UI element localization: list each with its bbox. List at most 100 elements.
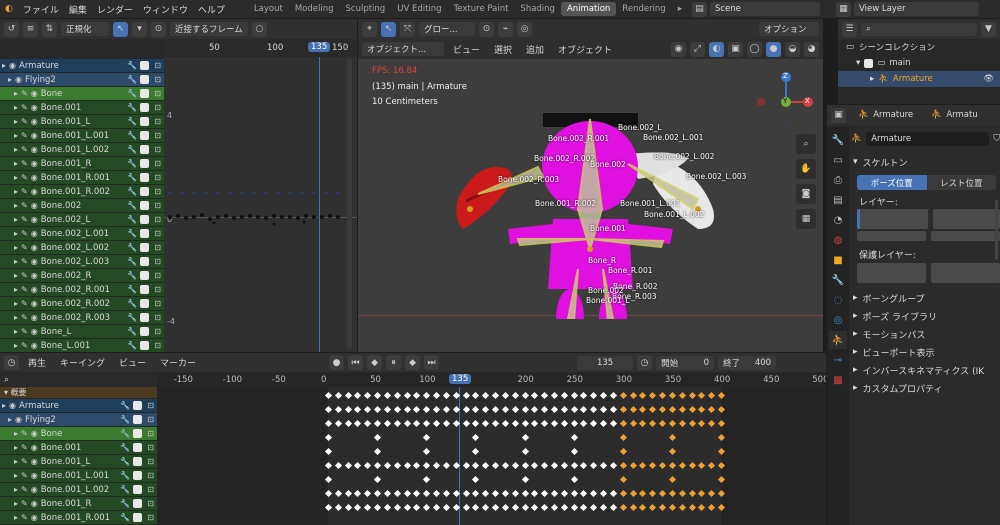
- keyframe[interactable]: [423, 475, 431, 484]
- keyframe[interactable]: [491, 405, 500, 414]
- keyframe[interactable]: [511, 503, 519, 512]
- object-tab-icon[interactable]: ■: [829, 251, 847, 269]
- eye-icon[interactable]: ◉: [31, 285, 38, 294]
- eye-icon[interactable]: ◉: [15, 75, 22, 84]
- modifier-icon[interactable]: 🔧: [127, 285, 137, 294]
- keyframe[interactable]: [433, 405, 441, 414]
- view-layer-field[interactable]: View Layer: [853, 2, 979, 16]
- keyframe[interactable]: [649, 391, 657, 400]
- keyframe[interactable]: [433, 489, 441, 498]
- keyframe[interactable]: [708, 419, 716, 428]
- modifier-icon[interactable]: 🔧: [120, 499, 130, 508]
- keyframe[interactable]: [354, 391, 362, 400]
- keyframe[interactable]: [423, 447, 431, 456]
- keyframe[interactable]: [433, 503, 441, 512]
- eye-icon[interactable]: ◉: [31, 485, 38, 494]
- channel-row[interactable]: ▸ ✎ ◉ Bone.001 🔧 ⊡: [0, 101, 164, 115]
- keyframe[interactable]: [374, 391, 382, 400]
- expand-icon[interactable]: ▸: [14, 201, 18, 210]
- keyframe[interactable]: [708, 489, 716, 498]
- keyframe[interactable]: [413, 391, 421, 400]
- menu-add[interactable]: 追加: [521, 43, 549, 56]
- grid-view-icon[interactable]: ▦: [796, 209, 816, 229]
- modifier-icon[interactable]: 🔧: [127, 313, 137, 322]
- lock-icon[interactable]: ⊡: [154, 117, 161, 126]
- keyframe[interactable]: [491, 419, 500, 428]
- modifier-icon[interactable]: 🔧: [127, 117, 137, 126]
- keyframe[interactable]: [708, 461, 716, 470]
- eye-icon[interactable]: ◉: [31, 513, 38, 522]
- xray-icon[interactable]: ▣: [728, 41, 743, 57]
- record-icon[interactable]: ●: [329, 355, 345, 370]
- keyframe[interactable]: [462, 461, 470, 470]
- lock-icon[interactable]: ⊡: [154, 271, 161, 280]
- keyframe[interactable]: [423, 419, 431, 428]
- keyframe[interactable]: [491, 391, 500, 400]
- expand-icon[interactable]: ▸: [8, 75, 12, 84]
- snap-mode-dropdown[interactable]: 近接するフレーム: [170, 22, 248, 36]
- eye-icon[interactable]: ◉: [31, 271, 38, 280]
- keyframe[interactable]: [521, 405, 529, 414]
- channel-checkbox[interactable]: [140, 89, 150, 98]
- channel-checkbox[interactable]: [140, 229, 150, 238]
- eye-icon[interactable]: ◉: [31, 457, 38, 466]
- keyframe[interactable]: [433, 419, 441, 428]
- keyframe[interactable]: [354, 503, 362, 512]
- channel-checkbox[interactable]: [140, 173, 150, 182]
- eye-icon[interactable]: 👁: [983, 74, 994, 84]
- section-custom-properties[interactable]: ▸ カスタムプロパティ: [851, 379, 1000, 397]
- keyframe[interactable]: [560, 405, 568, 414]
- texture-tab-icon[interactable]: ▩: [829, 371, 847, 389]
- channel-checkbox[interactable]: [140, 103, 150, 112]
- channel-row[interactable]: ▸ ✎ ◉ Bone.001_L 🔧 ⊡: [0, 115, 164, 129]
- modifier-icon[interactable]: 🔧: [127, 145, 137, 154]
- channel-row[interactable]: ▸ ✎ ◉ Bone.001_L.002 🔧 ⊡: [0, 143, 164, 157]
- keyframe[interactable]: [609, 489, 617, 498]
- keyframe[interactable]: [364, 419, 372, 428]
- lock-icon[interactable]: ⊡: [147, 429, 154, 438]
- lock-icon[interactable]: ⊡: [154, 103, 161, 112]
- keyframe[interactable]: [698, 391, 706, 400]
- expand-icon[interactable]: ▸: [14, 513, 18, 522]
- keyframe[interactable]: [442, 489, 450, 498]
- keyframe[interactable]: [423, 461, 431, 470]
- fcurve-plot[interactable]: [164, 179, 357, 239]
- keyframe[interactable]: [423, 433, 431, 442]
- keyframe[interactable]: [472, 419, 480, 428]
- transform-orientation-icon[interactable]: ⤧: [400, 21, 415, 37]
- keyframe[interactable]: [374, 503, 382, 512]
- keyframe[interactable]: [609, 391, 617, 400]
- skeleton-section-header[interactable]: ▾ スケルトン: [851, 153, 1000, 171]
- keyframe[interactable]: [501, 405, 509, 414]
- keyframe[interactable]: [541, 405, 549, 414]
- expand-icon[interactable]: ▸: [14, 443, 18, 452]
- expand-icon[interactable]: ▸: [14, 485, 18, 494]
- keyframe[interactable]: [491, 503, 500, 512]
- channel-row[interactable]: ▸ ✎ ◉ Bone_L 🔧 ⊡: [0, 325, 164, 339]
- tool-tab-icon[interactable]: 🔧: [829, 131, 847, 149]
- current-frame-indicator[interactable]: 135: [308, 42, 331, 52]
- keyframe[interactable]: [393, 503, 401, 512]
- normalize-icon[interactable]: ⇅: [42, 21, 57, 37]
- graph-curve-area[interactable]: 50 100 135 150 4 0 -4: [164, 39, 357, 352]
- section-inverse-kinematics[interactable]: ▸ インバースキネマティクス (IK: [851, 361, 1000, 379]
- channel-checkbox[interactable]: [133, 415, 143, 424]
- keyframe[interactable]: [541, 419, 549, 428]
- keyframe[interactable]: [600, 419, 608, 428]
- eye-icon[interactable]: ◉: [31, 117, 38, 126]
- proportional-icon[interactable]: ○: [252, 21, 267, 37]
- modifier-icon[interactable]: 🔧: [127, 89, 137, 98]
- keyframe[interactable]: [698, 461, 706, 470]
- keyframe[interactable]: [374, 489, 382, 498]
- keyframe[interactable]: [600, 461, 608, 470]
- lock-icon[interactable]: ⊡: [147, 485, 154, 494]
- more-workspaces-icon[interactable]: ▸: [672, 2, 688, 16]
- keyframe[interactable]: [344, 489, 352, 498]
- channel-row[interactable]: ▸ ◉ Flying2 🔧 ⊡: [0, 413, 157, 427]
- keyframe[interactable]: [609, 405, 617, 414]
- keyframe[interactable]: [570, 461, 578, 470]
- gizmo-icon[interactable]: ⤢: [690, 41, 705, 57]
- keyframe[interactable]: [521, 489, 529, 498]
- channel-row[interactable]: ▸ ✎ ◉ Bone.001_L.002 🔧 ⊡: [0, 483, 157, 497]
- channel-checkbox[interactable]: [140, 201, 150, 210]
